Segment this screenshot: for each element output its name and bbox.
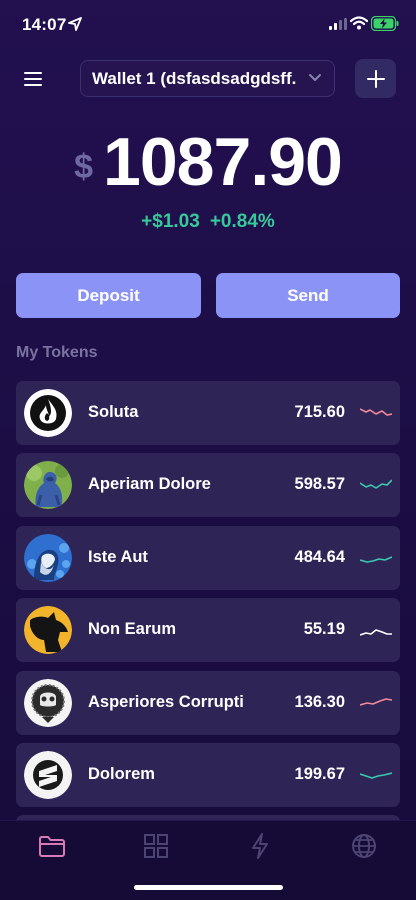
- token-name: Iste Aut: [88, 547, 148, 566]
- token-row[interactable]: Asperiores Corrupti 136.30: [16, 670, 400, 735]
- token-avatar-asperiores-corrupti: [24, 678, 72, 727]
- wallet-name: Wallet 1 (dsfasdsadgdsff...: [92, 68, 297, 88]
- token-name: Soluta: [88, 403, 139, 421]
- token-row[interactable]: Aperiam Dolore 598.57: [16, 453, 400, 518]
- sparkline-down: [360, 408, 392, 416]
- token-list: Soluta 715.60 Aperiam Dolore 598.57 Iste…: [16, 381, 400, 830]
- dog-silhouette-icon: [24, 606, 72, 655]
- token-value: 136.30: [294, 692, 345, 711]
- token-name: Non Earum: [88, 620, 177, 639]
- home-indicator: [134, 885, 283, 890]
- sparkline-flat: [360, 629, 392, 636]
- location-arrow-icon: [68, 17, 82, 31]
- token-avatar-iste-aut: [24, 533, 72, 582]
- token-row[interactable]: Iste Aut 484.64: [16, 525, 400, 590]
- sparkline-up: [360, 556, 392, 563]
- plus-icon: [366, 69, 385, 88]
- lightning-icon[interactable]: [245, 833, 275, 859]
- sparkline-up: [360, 772, 392, 779]
- deposit-button[interactable]: Deposit: [16, 273, 201, 318]
- balance-change: +$1.03 +0.84%: [0, 211, 416, 233]
- stamp-logo-icon: [24, 750, 72, 799]
- status-bar: 14:07: [0, 0, 416, 50]
- hamburger-icon-line: [24, 78, 42, 80]
- token-row[interactable]: Dolorem 199.67: [16, 742, 400, 807]
- balance-value: 1087.90: [103, 124, 343, 200]
- balance-display: $ 1087.90: [0, 128, 416, 196]
- token-name: Asperiores Corrupti: [88, 692, 244, 711]
- hamburger-icon-line: [24, 84, 42, 86]
- token-value: 598.57: [294, 475, 345, 494]
- token-value: 55.19: [303, 620, 345, 639]
- globe-icon[interactable]: [349, 833, 379, 859]
- token-avatar-aperiam-dolore: [24, 461, 72, 510]
- token-value: 715.60: [294, 403, 345, 421]
- sparkline-up: [360, 479, 392, 490]
- battery-charging-icon: [371, 16, 399, 31]
- wifi-icon: [350, 16, 368, 30]
- token-avatar-non-earum: [24, 606, 72, 655]
- token-name: Dolorem: [88, 764, 155, 783]
- portrait-avatar-icon: [24, 533, 72, 582]
- hamburger-icon-line: [24, 72, 42, 74]
- chevron-down-icon: [309, 74, 321, 81]
- token-avatar-soluta: [24, 389, 72, 437]
- skull-logo-icon: [24, 678, 72, 727]
- gorilla-avatar-icon: [24, 461, 72, 510]
- section-title: My Tokens: [16, 344, 98, 361]
- status-time: 14:07: [22, 15, 67, 34]
- sparkline-up: [360, 697, 392, 706]
- currency-symbol: $: [74, 148, 94, 186]
- change-absolute: +$1.03: [141, 211, 200, 232]
- change-percent: +0.84%: [209, 211, 275, 232]
- grid-icon[interactable]: [141, 833, 171, 859]
- send-button[interactable]: Send: [216, 273, 400, 318]
- token-avatar-dolorem: [24, 750, 72, 799]
- token-name: Aperiam Dolore: [88, 475, 211, 494]
- flame-logo-icon: [24, 389, 72, 437]
- token-row[interactable]: Soluta 715.60: [16, 381, 400, 445]
- menu-button[interactable]: [24, 66, 54, 92]
- folder-icon[interactable]: [37, 833, 67, 859]
- token-row[interactable]: Non Earum 55.19: [16, 598, 400, 663]
- token-value: 484.64: [294, 547, 345, 566]
- token-value: 199.67: [294, 764, 345, 783]
- add-wallet-button[interactable]: [355, 59, 396, 98]
- wallet-selector[interactable]: Wallet 1 (dsfasdsadgdsff...: [80, 60, 335, 97]
- cellular-signal-icon: [329, 18, 347, 30]
